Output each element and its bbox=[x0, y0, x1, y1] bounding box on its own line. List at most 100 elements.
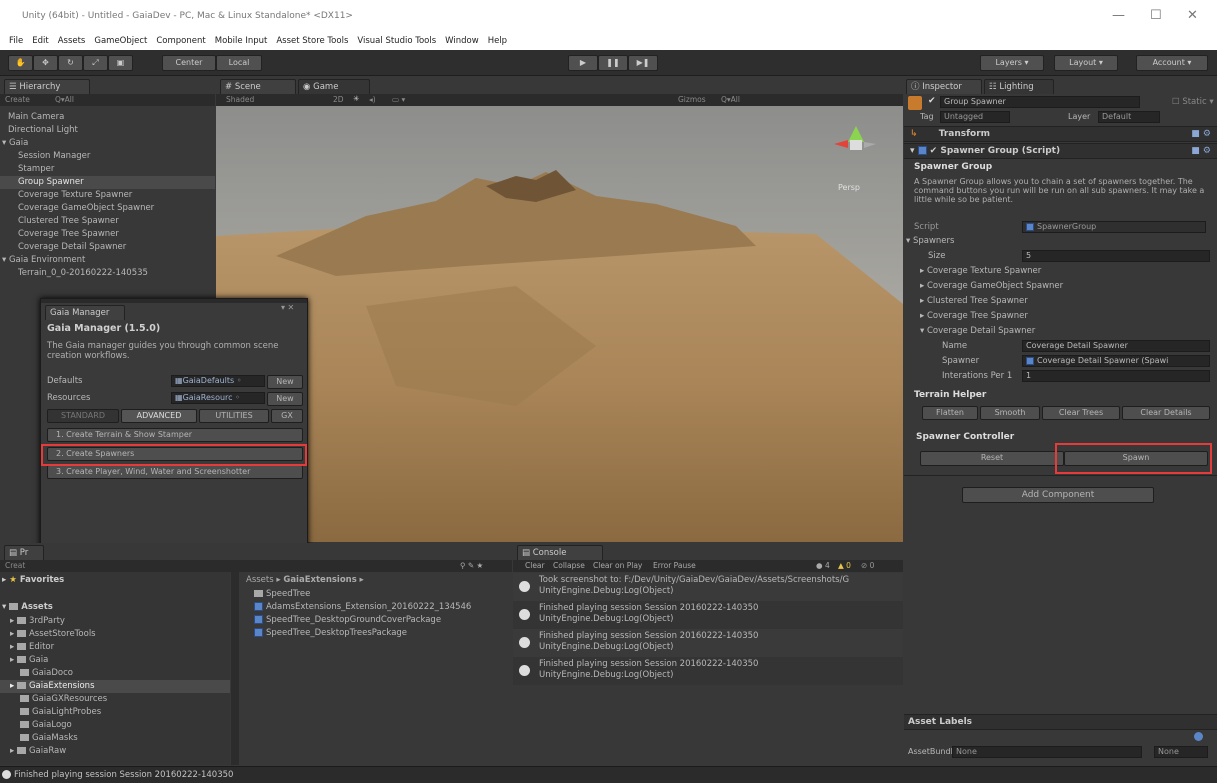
tab-utilities[interactable]: UTILITIES bbox=[199, 409, 269, 423]
pause-button[interactable]: ❚❚ bbox=[598, 55, 628, 71]
hierarchy-item[interactable]: Coverage Detail Spawner bbox=[18, 242, 126, 252]
layer-dropdown[interactable]: Default bbox=[1098, 111, 1160, 123]
hierarchy-item[interactable]: Coverage Tree Spawner bbox=[18, 229, 119, 239]
shading-mode-dropdown[interactable]: Shaded bbox=[226, 95, 254, 104]
close-icon[interactable]: ✕ bbox=[1187, 8, 1198, 23]
menu-help[interactable]: Help bbox=[488, 32, 507, 50]
name-field[interactable]: Coverage Detail Spawner bbox=[1022, 340, 1210, 352]
transform-header[interactable]: ↳ Transform ■ ⚙ bbox=[904, 126, 1217, 142]
iterations-field[interactable]: 1 bbox=[1022, 370, 1210, 382]
hierarchy-item[interactable]: Clustered Tree Spawner bbox=[18, 216, 119, 226]
hierarchy-item[interactable]: ▾ Gaia bbox=[2, 138, 28, 148]
menu-assets[interactable]: Assets bbox=[58, 32, 86, 50]
move-tool-icon[interactable]: ✥ bbox=[33, 55, 58, 71]
menu-file[interactable]: File bbox=[9, 32, 23, 50]
pivot-center-button[interactable]: Center bbox=[162, 55, 216, 71]
hierarchy-item[interactable]: ▾ Gaia Environment bbox=[2, 255, 85, 265]
pivot-local-button[interactable]: Local bbox=[216, 55, 262, 71]
folder-item[interactable]: GaiaMasks bbox=[20, 733, 78, 743]
console-error-pause-button[interactable]: Error Pause bbox=[653, 561, 696, 570]
effects-toggle-icon[interactable]: ▭ ▾ bbox=[392, 95, 405, 104]
menu-edit[interactable]: Edit bbox=[32, 32, 48, 50]
status-message[interactable]: Finished playing session Session 2016022… bbox=[14, 770, 233, 780]
tab-project[interactable]: ▤ Pr bbox=[4, 545, 44, 560]
folder-item[interactable]: GaiaGXResources bbox=[20, 694, 107, 704]
scene-search[interactable]: Q▾All bbox=[721, 95, 740, 104]
spawner-item[interactable]: ▸ Coverage GameObject Spawner bbox=[920, 281, 1063, 291]
error-count-toggle[interactable]: ⊘ 0 bbox=[861, 561, 874, 570]
console-clear-button[interactable]: Clear bbox=[525, 561, 545, 570]
object-name-field[interactable]: Group Spawner bbox=[940, 96, 1140, 108]
add-component-button[interactable]: Add Component bbox=[962, 487, 1154, 503]
resources-new-button[interactable]: New bbox=[267, 392, 303, 406]
tab-inspector[interactable]: ⓘ Inspector bbox=[906, 79, 982, 94]
console-entry[interactable]: Took screenshot to: F:/Dev/Unity/GaiaDev… bbox=[513, 573, 903, 601]
gaia-manager-tab[interactable]: Gaia Manager bbox=[45, 305, 125, 320]
hierarchy-item[interactable]: Main Camera bbox=[8, 112, 64, 122]
hierarchy-item[interactable]: Coverage GameObject Spawner bbox=[18, 203, 154, 213]
log-count-toggle[interactable]: ● 4 bbox=[816, 561, 830, 570]
tab-console[interactable]: ▤ Console bbox=[517, 545, 603, 560]
folder-item[interactable]: GaiaDoco bbox=[20, 668, 73, 678]
spawner-item[interactable]: ▸ Coverage Texture Spawner bbox=[920, 266, 1041, 276]
defaults-field[interactable]: ▦GaiaDefaults ◦ bbox=[171, 375, 265, 387]
lighting-toggle-icon[interactable]: ✳ bbox=[353, 94, 359, 103]
hierarchy-item-selected[interactable]: Group Spawner bbox=[18, 177, 84, 187]
tab-hierarchy[interactable]: ☰ Hierarchy bbox=[4, 79, 90, 94]
menu-asset-store-tools[interactable]: Asset Store Tools bbox=[276, 32, 348, 50]
console-clear-on-play-button[interactable]: Clear on Play bbox=[593, 561, 642, 570]
hierarchy-item[interactable]: Directional Light bbox=[8, 125, 78, 135]
window-menu-icon[interactable]: ▾ ✕ bbox=[281, 303, 294, 312]
menu-gameobject[interactable]: GameObject bbox=[94, 32, 147, 50]
layers-dropdown[interactable]: Layers ▾ bbox=[980, 55, 1044, 71]
assets-root-item[interactable]: ▾ Assets bbox=[2, 602, 53, 612]
tab-gx[interactable]: GX bbox=[271, 409, 303, 423]
hierarchy-item[interactable]: Stamper bbox=[18, 164, 54, 174]
menu-window[interactable]: Window bbox=[445, 32, 479, 50]
folder-item[interactable]: ▸ GaiaRaw bbox=[10, 746, 66, 756]
tab-standard[interactable]: STANDARD bbox=[47, 409, 119, 423]
spawner-item[interactable]: ▾ Coverage Detail Spawner bbox=[920, 326, 1035, 336]
rotate-tool-icon[interactable]: ↻ bbox=[58, 55, 83, 71]
folder-item[interactable]: ▸ Editor bbox=[10, 642, 54, 652]
folder-item[interactable]: GaiaLightProbes bbox=[20, 707, 101, 717]
menu-mobile-input[interactable]: Mobile Input bbox=[215, 32, 268, 50]
play-button[interactable]: ▶ bbox=[568, 55, 598, 71]
hierarchy-search[interactable]: Q▾All bbox=[55, 95, 74, 104]
clear-trees-button[interactable]: Clear Trees bbox=[1042, 406, 1120, 420]
warning-count-toggle[interactable]: ▲ 0 bbox=[838, 561, 851, 570]
account-dropdown[interactable]: Account ▾ bbox=[1136, 55, 1208, 71]
folder-item[interactable]: ▸ Gaia bbox=[10, 655, 48, 665]
file-item[interactable]: SpeedTree_DesktopGroundCoverPackage bbox=[254, 615, 441, 625]
console-entry[interactable]: Finished playing session Session 2016022… bbox=[513, 657, 903, 685]
folder-item-selected[interactable]: ▸ GaiaExtensions bbox=[10, 681, 95, 691]
tab-advanced[interactable]: ADVANCED bbox=[121, 409, 197, 423]
hierarchy-create-button[interactable]: Create bbox=[5, 95, 30, 104]
console-collapse-button[interactable]: Collapse bbox=[553, 561, 585, 570]
scene-viewport[interactable]: Persp bbox=[216, 106, 903, 542]
defaults-new-button[interactable]: New bbox=[267, 375, 303, 389]
maximize-icon[interactable]: ☐ bbox=[1150, 8, 1162, 23]
size-field[interactable]: 5 bbox=[1022, 250, 1210, 262]
asset-bundle-dropdown[interactable]: None bbox=[952, 746, 1142, 758]
file-item[interactable]: SpeedTree bbox=[254, 589, 310, 599]
active-checkbox[interactable]: ✔ bbox=[928, 96, 936, 106]
hierarchy-item[interactable]: Coverage Texture Spawner bbox=[18, 190, 132, 200]
tab-game[interactable]: ◉ Game bbox=[298, 79, 370, 94]
folder-item[interactable]: GaiaLogo bbox=[20, 720, 72, 730]
scale-tool-icon[interactable]: ⤢ bbox=[83, 55, 108, 71]
persp-label[interactable]: Persp bbox=[838, 183, 860, 192]
spawner-item[interactable]: ▸ Clustered Tree Spawner bbox=[920, 296, 1028, 306]
clear-details-button[interactable]: Clear Details bbox=[1122, 406, 1210, 420]
project-filter-icon[interactable]: ⚲ ✎ ★ bbox=[460, 561, 483, 570]
tab-lighting[interactable]: ☷ Lighting bbox=[984, 79, 1054, 94]
favorites-item[interactable]: ▸ ★ Favorites bbox=[2, 575, 64, 585]
create-terrain-button[interactable]: 1. Create Terrain & Show Stamper bbox=[47, 428, 303, 442]
spawners-foldout[interactable]: ▾ Spawners bbox=[906, 236, 954, 246]
project-breadcrumb[interactable]: Assets ▸ GaiaExtensions ▸ bbox=[246, 575, 364, 585]
gizmos-dropdown[interactable]: Gizmos bbox=[678, 95, 706, 104]
project-create-button[interactable]: Creat bbox=[5, 561, 25, 570]
rect-tool-icon[interactable]: ▣ bbox=[108, 55, 133, 71]
folder-item[interactable]: ▸ AssetStoreTools bbox=[10, 629, 96, 639]
asset-variant-dropdown[interactable]: None bbox=[1154, 746, 1208, 758]
